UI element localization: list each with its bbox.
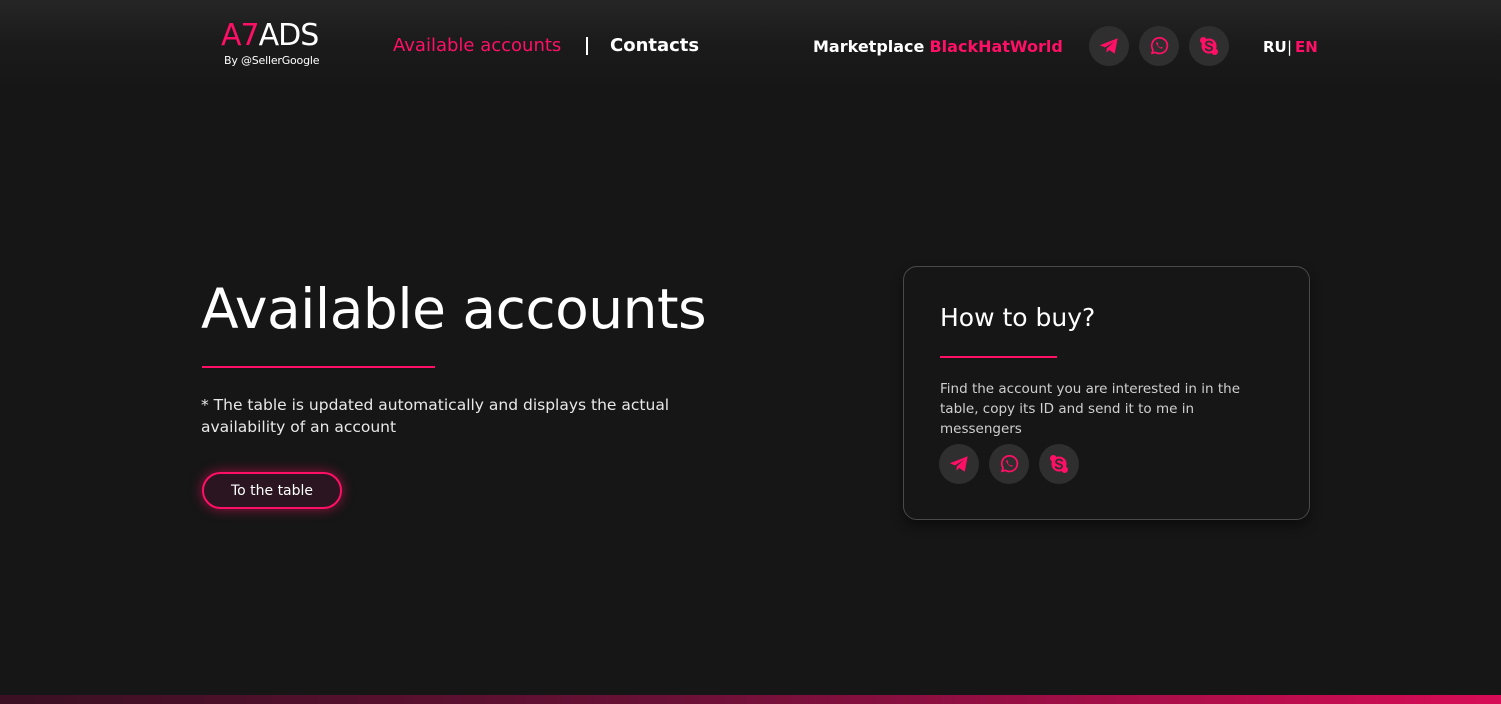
telegram-icon (949, 456, 968, 472)
how-to-buy-card: How to buy? Find the account you are int… (903, 266, 1310, 520)
logo-main-text: ADS (258, 18, 320, 53)
header-telegram-button[interactable] (1089, 26, 1129, 66)
page: A7ADS By @SellerGoogle Available account… (0, 0, 1501, 704)
how-to-buy-underline (940, 356, 1057, 358)
language-ru[interactable]: RU (1263, 38, 1287, 56)
to-the-table-button[interactable]: To the table (202, 472, 342, 509)
header-skype-button[interactable] (1189, 26, 1229, 66)
marketplace-link[interactable]: BlackHatWorld (929, 37, 1062, 56)
whatsapp-icon (1150, 37, 1169, 55)
hero-underline (202, 366, 435, 368)
marketplace-label: Marketplace (813, 37, 925, 56)
how-to-buy-title: How to buy? (940, 303, 1096, 332)
whatsapp-icon (1000, 455, 1019, 473)
logo-wordmark: A7ADS (221, 18, 320, 53)
skype-icon (1200, 37, 1218, 55)
hero-title: Available accounts (201, 277, 707, 341)
skype-icon (1050, 455, 1068, 473)
marketplace: Marketplace BlackHatWorld (813, 37, 1063, 57)
telegram-icon (1099, 38, 1118, 54)
nav-separator (586, 37, 588, 55)
card-skype-button[interactable] (1039, 444, 1079, 484)
logo-tagline: By @SellerGoogle (224, 54, 320, 67)
logo[interactable]: A7ADS By @SellerGoogle (221, 20, 341, 70)
nav-available-accounts[interactable]: Available accounts (393, 35, 561, 57)
bottom-accent-bar (0, 695, 1501, 704)
logo-accent: A7 (221, 18, 260, 53)
card-telegram-button[interactable] (939, 444, 979, 484)
header-whatsapp-button[interactable] (1139, 26, 1179, 66)
header: A7ADS By @SellerGoogle Available account… (0, 0, 1501, 92)
language-en[interactable]: EN (1295, 38, 1318, 56)
how-to-buy-text: Find the account you are interested in i… (940, 381, 1240, 437)
nav-contacts[interactable]: Contacts (610, 35, 699, 57)
card-whatsapp-button[interactable] (989, 444, 1029, 484)
language-separator: | (1287, 38, 1293, 56)
hero-note: * The table is updated automatically and… (201, 396, 670, 436)
